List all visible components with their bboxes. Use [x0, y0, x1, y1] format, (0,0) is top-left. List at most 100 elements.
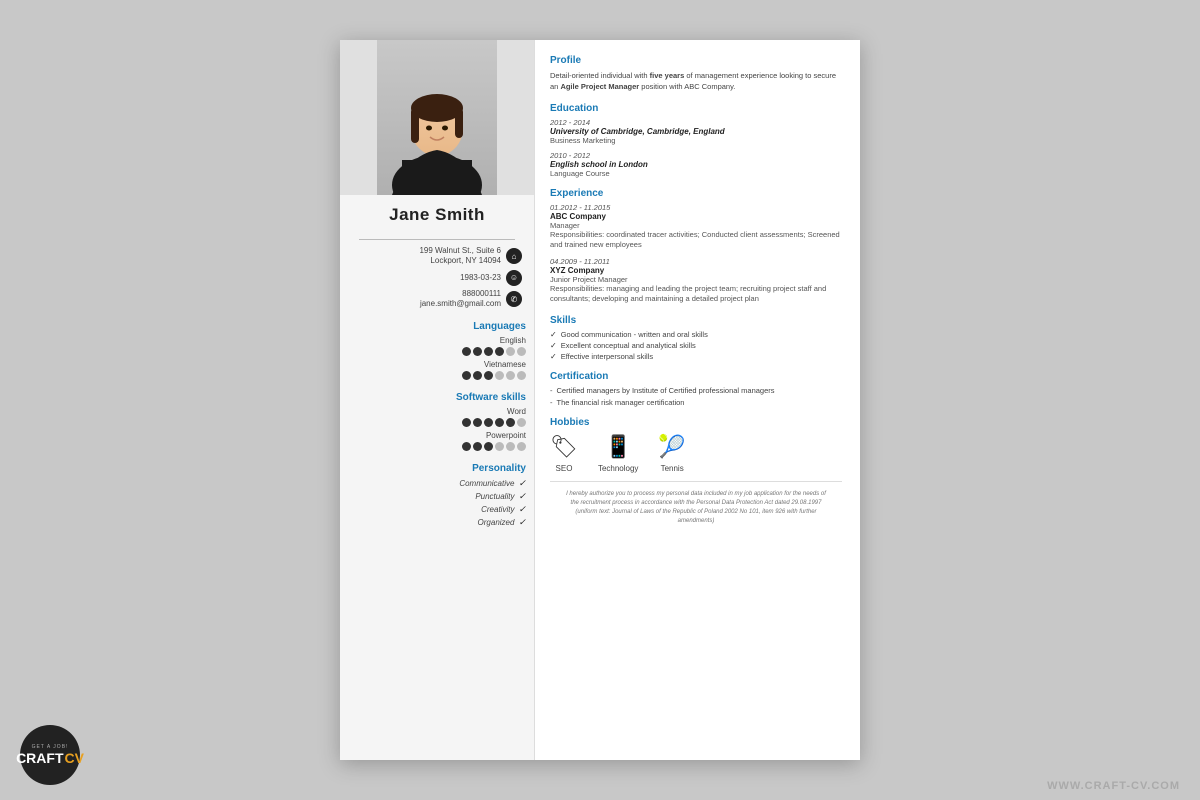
technology-icon: 📱: [604, 434, 631, 460]
hobby-technology: 📱 Technology: [598, 434, 638, 473]
edu-degree-1: Business Marketing: [550, 136, 842, 145]
profile-bold2: Agile Project Manager: [560, 82, 639, 91]
vdot-6-empty: [517, 371, 526, 380]
dot-5-empty: [506, 347, 515, 356]
english-label: English: [348, 336, 526, 345]
personality-organized: Organized ✓: [340, 517, 534, 528]
edu-entry-2: 2010 - 2012 English school in London Lan…: [550, 151, 842, 178]
edu-entry-1: 2012 - 2014 University of Cambridge, Cam…: [550, 118, 842, 145]
dot-3: [484, 347, 493, 356]
vdot-5-empty: [506, 371, 515, 380]
english-dots: [348, 347, 526, 356]
language-vietnamese: Vietnamese: [340, 360, 534, 384]
seo-label: SEO: [556, 464, 573, 473]
exp-entry-2: 04.2009 - 11.2011 XYZ Company Junior Pro…: [550, 257, 842, 305]
profile-part3: position with ABC Company.: [639, 82, 735, 91]
profile-title: Profile: [550, 55, 842, 66]
profile-part1: Detail-oriented individual with: [550, 71, 650, 80]
vdot-1: [462, 371, 471, 380]
tennis-icon: 🎾: [658, 434, 685, 460]
exp-company-1: ABC Company: [550, 212, 842, 221]
personality-creativity: Creativity ✓: [340, 504, 534, 515]
exp-dates-2: 04.2009 - 11.2011: [550, 257, 842, 266]
exp-role-2: Junior Project Manager: [550, 275, 842, 284]
hobby-tennis: 🎾 Tennis: [658, 434, 685, 473]
hobby-seo: 🏷 SEO: [550, 434, 578, 473]
profile-bold1: five years: [650, 71, 685, 80]
vietnamese-dots: [348, 371, 526, 380]
powerpoint-label: Powerpoint: [348, 431, 526, 440]
languages-title: Languages: [340, 313, 534, 336]
address-item: 199 Walnut St., Suite 6 Lockport, NY 140…: [348, 246, 526, 267]
exp-company-2: XYZ Company: [550, 266, 842, 275]
edu-years-2: 2010 - 2012: [550, 151, 842, 160]
personality-section: Communicative ✓ Punctuality ✓ Creativity…: [340, 478, 534, 530]
left-column: Jane Smith 199 Walnut St., Suite 6 Lockp…: [340, 40, 535, 760]
exp-dates-1: 01.2012 - 11.2015: [550, 203, 842, 212]
cert-1: Certified managers by Institute of Certi…: [550, 386, 842, 395]
edu-school-1: University of Cambridge, Cambridge, Engl…: [550, 127, 842, 136]
skill-word: Word: [340, 407, 534, 431]
exp-entry-1: 01.2012 - 11.2015 ABC Company Manager Re…: [550, 203, 842, 251]
phone-text: 888000111: [462, 289, 501, 298]
seo-icon: 🏷: [550, 434, 578, 460]
home-icon: ⌂: [506, 248, 522, 264]
email-text: jane.smith@gmail.com: [420, 299, 501, 308]
footer-text: I hereby authorize you to process my per…: [550, 481, 842, 534]
technology-label: Technology: [598, 464, 638, 473]
dob-text: 1983-03-23: [460, 273, 501, 282]
exp-role-1: Manager: [550, 221, 842, 230]
tennis-label: Tennis: [661, 464, 684, 473]
skill-2: Excellent conceptual and analytical skil…: [550, 341, 842, 350]
skill-3: Effective interpersonal skills: [550, 352, 842, 361]
edu-school-2: English school in London: [550, 160, 842, 169]
birthday-icon: ☺: [506, 270, 522, 286]
vdot-4-empty: [495, 371, 504, 380]
edu-years-1: 2012 - 2014: [550, 118, 842, 127]
experience-title: Experience: [550, 188, 842, 199]
photo-container: [340, 40, 534, 195]
watermark: WWW.CRAFT-CV.COM: [1047, 780, 1180, 792]
logo-circle: GET A JOB! CRAFTCV: [20, 725, 80, 785]
certification-title: Certification: [550, 371, 842, 382]
vdot-3: [484, 371, 493, 380]
language-english: English: [340, 336, 534, 360]
powerpoint-dots: [348, 442, 526, 451]
divider: [359, 239, 514, 240]
skills-title: Skills: [550, 315, 842, 326]
candidate-name: Jane Smith: [350, 205, 524, 225]
dot-6-empty: [517, 347, 526, 356]
check-punctuality: ✓: [518, 491, 526, 502]
logo-cv: CV: [65, 750, 84, 766]
personality-communicative: Communicative ✓: [340, 478, 534, 489]
word-label: Word: [348, 407, 526, 416]
address-line2: Lockport, NY 14094: [430, 256, 501, 265]
hobbies-row: 🏷 SEO 📱 Technology 🎾 Tennis: [550, 434, 842, 473]
skill-powerpoint: Powerpoint: [340, 431, 534, 455]
dot-4: [495, 347, 504, 356]
personality-title: Personality: [340, 455, 534, 478]
contact-section: 199 Walnut St., Suite 6 Lockport, NY 140…: [340, 246, 534, 313]
logo-craft: CRAFT: [16, 751, 63, 765]
dot-2: [473, 347, 482, 356]
vietnamese-label: Vietnamese: [348, 360, 526, 369]
exp-resp-2: Responsibilities: managing and leading t…: [550, 284, 842, 305]
right-column: Profile Detail-oriented individual with …: [535, 40, 860, 760]
dob-item: 1983-03-23 ☺: [348, 270, 526, 286]
skills-list: Good communication - written and oral sk…: [550, 330, 842, 361]
phone-email-item: 888000111 jane.smith@gmail.com ✆: [348, 289, 526, 310]
check-organized: ✓: [518, 517, 526, 528]
personality-punctuality: Punctuality ✓: [340, 491, 534, 502]
phone-icon: ✆: [506, 291, 522, 307]
logo-craft-row: CRAFTCV: [16, 750, 84, 766]
profile-text: Detail-oriented individual with five yea…: [550, 70, 842, 93]
education-title: Education: [550, 103, 842, 114]
vdot-2: [473, 371, 482, 380]
name-section: Jane Smith: [340, 195, 534, 233]
word-dots: [348, 418, 526, 427]
address-line1: 199 Walnut St., Suite 6: [419, 246, 501, 255]
hobbies-title: Hobbies: [550, 417, 842, 428]
cert-list: Certified managers by Institute of Certi…: [550, 386, 842, 407]
cv-page: Jane Smith 199 Walnut St., Suite 6 Lockp…: [340, 40, 860, 760]
exp-resp-1: Responsibilities: coordinated tracer act…: [550, 230, 842, 251]
